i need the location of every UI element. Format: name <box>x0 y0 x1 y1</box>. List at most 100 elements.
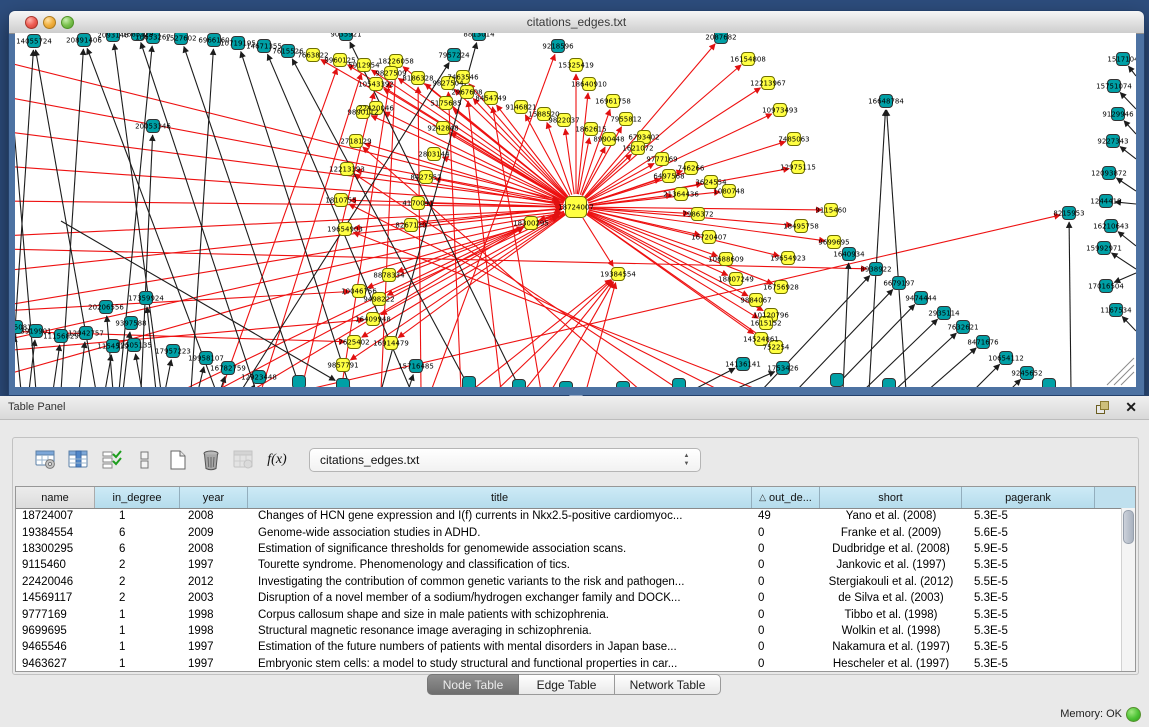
table-row[interactable]: 946362711997Embryonic stem cells: a mode… <box>16 656 1122 671</box>
graph-node[interactable] <box>617 382 630 388</box>
column-header-year[interactable]: year <box>180 487 248 508</box>
table-cell: 2 <box>95 576 180 588</box>
graph-node[interactable] <box>337 379 350 388</box>
float-panel-icon[interactable] <box>1096 401 1109 414</box>
table-browser-frame: f(x) citations_edges.txt ▲▼ namein_degre… <box>12 437 1139 675</box>
table-row[interactable]: 1938455462009Genome-wide association stu… <box>16 524 1122 540</box>
table-row[interactable]: 977716911998Corpus callosum shape and si… <box>16 606 1122 622</box>
svg-text:5912954: 5912954 <box>348 62 380 70</box>
table-cell: Structural magnetic resonance image aver… <box>248 625 752 637</box>
svg-text:12213967: 12213967 <box>750 80 786 88</box>
column-header-short[interactable]: short <box>820 487 962 508</box>
sort-ascending-icon: △ <box>759 492 766 503</box>
select-all-columns-button[interactable] <box>99 446 125 474</box>
network-graph[interactable]: 1872400714055724208914062093146168532910… <box>15 33 1136 387</box>
table-cell: Estimation of significance thresholds fo… <box>248 543 752 555</box>
table-cell: 14569117 <box>16 592 95 604</box>
graph-node[interactable] <box>831 374 844 387</box>
table-cell: 5.3E-5 <box>962 609 1095 621</box>
table-panel-title: Table Panel <box>8 401 66 413</box>
table-cell: 5.3E-5 <box>962 658 1095 670</box>
close-panel-icon[interactable]: ✕ <box>1125 399 1137 416</box>
window-titlebar[interactable]: citations_edges.txt <box>9 11 1144 34</box>
svg-text:9890112: 9890112 <box>347 109 378 117</box>
table-row[interactable]: 1830029562008Estimation of significance … <box>16 541 1122 557</box>
application-desktop: citations_edges.txt 18724007140557242089… <box>0 0 1149 727</box>
svg-text:10120796: 10120796 <box>753 312 789 320</box>
svg-text:6793402: 6793402 <box>628 134 659 142</box>
table-cell: 1998 <box>180 609 248 621</box>
table-cell: 5.5E-5 <box>962 576 1095 588</box>
table-cell: Tibbo et al. (1998) <box>820 609 962 621</box>
table-cell: 1 <box>95 625 180 637</box>
table-row[interactable]: 911546021997Tourette syndrome. Phenomeno… <box>16 557 1122 573</box>
table-cell: Genome-wide association studies in ADHD. <box>248 527 752 539</box>
table-cell: de Silva et al. (2003) <box>820 592 962 604</box>
svg-text:5175685: 5175685 <box>430 100 461 108</box>
graph-node[interactable] <box>293 376 306 388</box>
table-rows: 1872400712008Changes of HCN gene express… <box>16 508 1122 671</box>
memory-status-label: Memory: OK <box>1060 708 1122 720</box>
table-row[interactable]: 2242004622012Investigating the contribut… <box>16 574 1122 590</box>
table-cell: 5.3E-5 <box>962 510 1095 522</box>
tab-network-table[interactable]: Network Table <box>615 674 721 695</box>
table-cell: 2 <box>95 592 180 604</box>
svg-text:18640910: 18640910 <box>571 81 607 89</box>
table-cell: 5.3E-5 <box>962 641 1095 653</box>
svg-text:1621072: 1621072 <box>622 145 653 153</box>
show-columns-button[interactable] <box>66 446 92 474</box>
svg-text:1862615: 1862615 <box>575 126 606 134</box>
graph-node[interactable] <box>883 379 896 388</box>
function-builder-button[interactable]: f(x) <box>264 446 290 474</box>
column-header-name[interactable]: name <box>16 487 95 508</box>
svg-text:1517104: 1517104 <box>1107 56 1136 64</box>
table-cell: 0 <box>752 543 820 555</box>
table-row[interactable]: 946554611997Estimation of the future num… <box>16 639 1122 655</box>
tab-node-table[interactable]: Node Table <box>427 674 519 695</box>
graph-node[interactable] <box>673 379 686 388</box>
column-header-pagerank[interactable]: pagerank <box>962 487 1095 508</box>
tab-edge-table[interactable]: Edge Table <box>519 674 615 695</box>
table-cell: Corpus callosum shape and size in male p… <box>248 609 752 621</box>
vertical-scrollbar[interactable] <box>1121 508 1135 671</box>
delete-selected-button[interactable] <box>198 446 224 474</box>
column-header-in_degree[interactable]: in_degree <box>95 487 180 508</box>
table-settings-button[interactable] <box>33 446 59 474</box>
svg-text:18300295: 18300295 <box>513 220 549 228</box>
graph-node[interactable] <box>513 380 526 388</box>
table-cell: 19384554 <box>16 527 95 539</box>
table-toolbar: f(x) citations_edges.txt ▲▼ <box>33 444 701 476</box>
table-cell: 0 <box>752 658 820 670</box>
table-cell: Jankovic et al. (1997) <box>820 559 962 571</box>
svg-text:18495758: 18495758 <box>783 223 819 231</box>
graph-node[interactable] <box>463 377 476 388</box>
network-canvas: 1872400714055724208914062093146168532910… <box>15 33 1136 387</box>
svg-text:8267130: 8267130 <box>395 222 426 230</box>
graph-node[interactable] <box>1043 379 1056 388</box>
table-cell: Embryonic stem cells: a model to study s… <box>248 658 752 670</box>
table-cell: 0 <box>752 576 820 588</box>
column-header-out_de[interactable]: △out_de... <box>752 487 820 508</box>
svg-text:9884067: 9884067 <box>740 297 771 305</box>
table-cell: 0 <box>752 609 820 621</box>
table-row[interactable]: 1456911722003Disruption of a novel membe… <box>16 590 1122 606</box>
resize-grip-icon[interactable] <box>1107 358 1134 385</box>
svg-text:9242848: 9242848 <box>427 125 458 133</box>
window-title: citations_edges.txt <box>9 15 1144 29</box>
memory-status-indicator[interactable] <box>1126 707 1141 722</box>
table-cell: 5.3E-5 <box>962 559 1095 571</box>
create-table-button[interactable] <box>165 446 191 474</box>
svg-text:1080748: 1080748 <box>713 188 744 196</box>
destroy-table-button[interactable] <box>231 446 257 474</box>
column-header-title[interactable]: title <box>248 487 752 508</box>
table-selector-dropdown[interactable]: citations_edges.txt ▲▼ <box>309 448 701 472</box>
scrollbar-thumb[interactable] <box>1123 510 1134 544</box>
table-cell: 9777169 <box>16 609 95 621</box>
dropdown-spinner-icon: ▲▼ <box>682 452 691 468</box>
svg-text:16756928: 16756928 <box>763 284 799 292</box>
graph-node[interactable] <box>560 382 573 388</box>
svg-text:2085081: 2085081 <box>15 324 32 332</box>
table-row[interactable]: 969969511998Structural magnetic resonanc… <box>16 623 1122 639</box>
table-row[interactable]: 1872400712008Changes of HCN gene express… <box>16 508 1122 524</box>
row-selector-button[interactable] <box>132 446 158 474</box>
